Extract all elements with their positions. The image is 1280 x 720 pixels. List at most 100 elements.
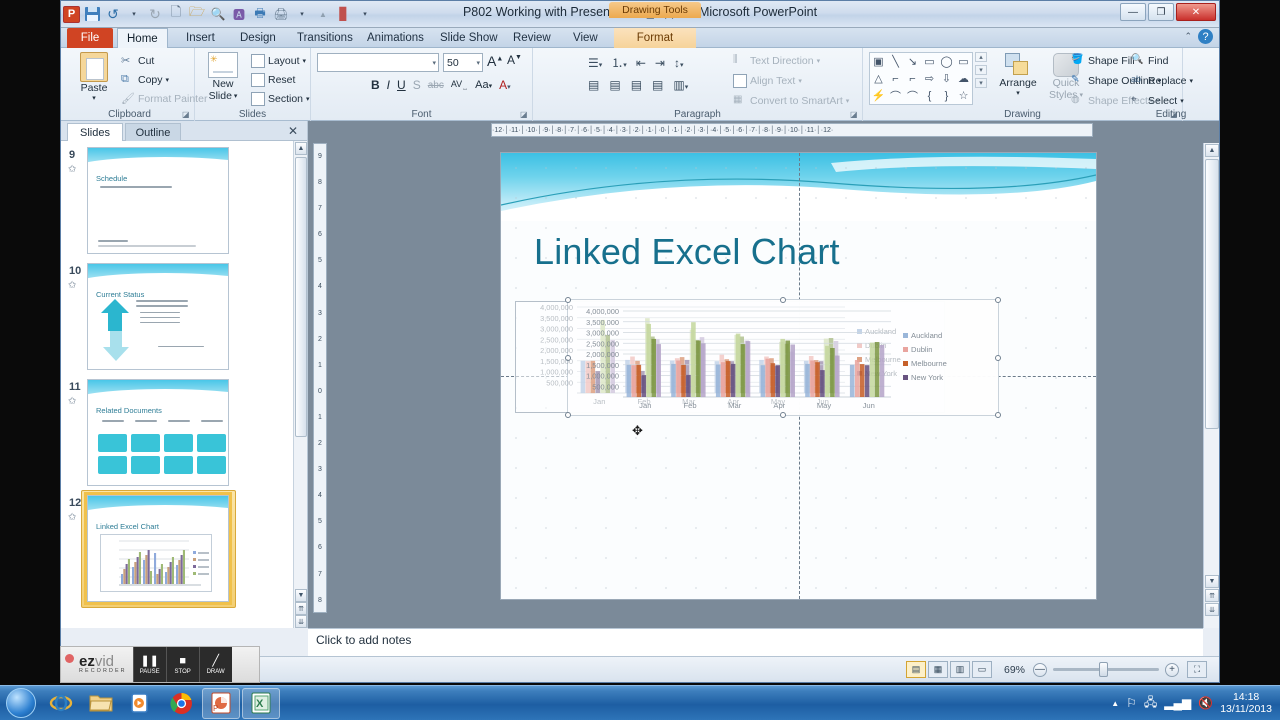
shape-item[interactable]: ⇩ bbox=[938, 70, 955, 87]
shape-item[interactable]: ▣ bbox=[870, 53, 887, 70]
new-slide-dropdown-icon[interactable]: ▾ bbox=[234, 92, 238, 100]
italic-button[interactable]: I bbox=[387, 78, 390, 92]
section-button[interactable]: Section ▾ bbox=[251, 92, 310, 106]
font-color-button[interactable]: A▾ bbox=[499, 78, 511, 92]
start-button-icon[interactable] bbox=[6, 688, 36, 718]
close-pane-icon[interactable]: ✕ bbox=[288, 124, 298, 138]
new-slide-button[interactable]: ✳ New Slide ▾ bbox=[201, 52, 245, 102]
slide-title-text[interactable]: Linked Excel Chart bbox=[534, 231, 840, 273]
shapes-gallery[interactable]: ▣ ╲ ↘ ▭ ◯ ▭ △ ⌐ ⌐ ⇨ ⇩ ☁ ⚡ ⌒ ⌒{} ☆ bbox=[869, 52, 973, 105]
shrink-font-button[interactable]: A▼ bbox=[507, 53, 522, 67]
signal-icon[interactable]: ▂▄▆ bbox=[1164, 696, 1191, 710]
line-spacing-button[interactable]: ↕▾ bbox=[674, 56, 684, 70]
thumbnail-slide-preview[interactable]: Schedule bbox=[87, 147, 229, 254]
restore-button[interactable]: ❐ bbox=[1148, 3, 1174, 21]
align-left-button[interactable]: ▤ bbox=[588, 78, 599, 92]
cut-button[interactable]: ✂ Cut bbox=[121, 54, 154, 68]
shape-item[interactable]: ☆ bbox=[955, 87, 972, 104]
scroll-down-icon[interactable]: ▼ bbox=[295, 589, 307, 602]
tab-file[interactable]: File bbox=[67, 28, 113, 48]
increase-indent-button[interactable]: ⇥ bbox=[655, 56, 665, 70]
help-icon[interactable]: ? bbox=[1198, 29, 1213, 44]
select-dropdown-icon[interactable]: ▾ bbox=[1180, 97, 1184, 105]
tab-home[interactable]: Home bbox=[117, 28, 168, 48]
paragraph-dialog-launcher[interactable]: ◪ bbox=[850, 110, 859, 119]
arrange-dropdown-icon[interactable]: ▾ bbox=[1016, 89, 1020, 97]
bold-button[interactable]: B bbox=[371, 78, 380, 92]
arrange-button[interactable]: Arrange ▾ bbox=[995, 53, 1041, 97]
fit-slide-to-window-button[interactable]: ⛶ bbox=[1187, 661, 1207, 678]
edit-previous-slide-icon[interactable]: ⇈ bbox=[1205, 589, 1219, 602]
edit-area-scrollbar[interactable]: ▲ ▼ ⇈ ⇊ bbox=[1203, 143, 1219, 628]
shape-item[interactable]: ▭ bbox=[921, 53, 938, 70]
tab-format[interactable]: Format bbox=[614, 28, 696, 48]
close-button[interactable]: ✕ bbox=[1176, 3, 1216, 21]
section-dropdown-icon[interactable]: ▾ bbox=[306, 95, 310, 103]
ezvid-pause-button[interactable]: ❚❚ PAUSE bbox=[132, 647, 166, 682]
shape-item[interactable]: ╲ bbox=[887, 53, 904, 70]
select-button[interactable]: ⌖ Select ▾ bbox=[1131, 94, 1184, 108]
tab-animations[interactable]: Animations bbox=[358, 28, 433, 48]
thumbnail-slide-preview[interactable]: Linked Excel Chart bbox=[84, 492, 232, 605]
grow-font-button[interactable]: A▲ bbox=[487, 53, 503, 69]
tab-slides-thumbnails[interactable]: Slides bbox=[67, 123, 123, 141]
ezvid-recorder-overlay[interactable]: ezvid RECORDER ❚❚ PAUSE ■ STOP ╱ DRAW bbox=[60, 646, 260, 683]
edit-next-slide-icon[interactable]: ⇊ bbox=[1205, 603, 1219, 616]
tab-design[interactable]: Design bbox=[231, 28, 285, 48]
shape-item[interactable]: ⌐ bbox=[904, 70, 921, 87]
minimize-button[interactable]: — bbox=[1120, 3, 1146, 21]
layout-button[interactable]: Layout ▾ bbox=[251, 54, 306, 68]
font-size-input[interactable]: 50 ▾ bbox=[443, 53, 483, 72]
layout-dropdown-icon[interactable]: ▾ bbox=[303, 57, 307, 65]
shape-item[interactable]: ▭ bbox=[955, 53, 972, 70]
replace-button[interactable]: ab Replace ▾ bbox=[1131, 74, 1193, 88]
zoom-out-button[interactable]: — bbox=[1033, 662, 1047, 677]
windows-explorer-icon[interactable] bbox=[82, 688, 120, 719]
font-size-dropdown-icon[interactable]: ▾ bbox=[476, 59, 480, 67]
tab-review[interactable]: Review bbox=[504, 28, 560, 48]
slide-canvas[interactable]: Linked Excel Chart 500,000 1,000,000 1,500… bbox=[501, 153, 1096, 599]
network-icon[interactable]: 🖧 bbox=[1144, 693, 1157, 714]
shape-item[interactable]: ⌒ bbox=[904, 87, 921, 104]
shapes-scroll-down-icon[interactable]: ▾ bbox=[975, 65, 987, 75]
thumbnail-slide-preview[interactable]: Current Status bbox=[87, 263, 229, 370]
font-name-input[interactable]: ▾ bbox=[317, 53, 439, 72]
shape-item[interactable]: ⌒ bbox=[887, 87, 904, 104]
numbering-button[interactable]: ⒈▾ bbox=[611, 54, 627, 71]
animation-star-icon[interactable]: ✩ bbox=[68, 280, 76, 291]
align-center-button[interactable]: ▤ bbox=[609, 78, 620, 92]
slide-thumbnail-12[interactable]: 12 ✩ Linked Excel Chart bbox=[61, 490, 293, 608]
shapes-more-icon[interactable]: ▾ bbox=[975, 78, 987, 88]
paste-dropdown-icon[interactable]: ▾ bbox=[92, 94, 96, 102]
scrollbar-thumb[interactable] bbox=[295, 157, 307, 437]
volume-muted-icon[interactable]: 🔇 bbox=[1198, 696, 1213, 710]
copy-dropdown-icon[interactable]: ▾ bbox=[166, 76, 170, 84]
shapes-scroll-up-icon[interactable]: ▴ bbox=[975, 52, 987, 62]
zoom-level-label[interactable]: 69% bbox=[1004, 664, 1025, 676]
justify-button[interactable]: ▤ bbox=[652, 78, 663, 92]
animation-star-icon[interactable]: ✩ bbox=[68, 512, 76, 523]
reset-button[interactable]: Reset bbox=[251, 73, 295, 87]
decrease-indent-button[interactable]: ⇤ bbox=[636, 56, 646, 70]
slideshow-view-button[interactable]: ▭ bbox=[971, 661, 992, 678]
tab-slide-show[interactable]: Slide Show bbox=[431, 28, 507, 48]
animation-star-icon[interactable]: ✩ bbox=[68, 164, 76, 175]
notes-placeholder[interactable]: Click to add notes bbox=[308, 628, 1203, 656]
shape-item[interactable]: { bbox=[921, 87, 938, 104]
animation-star-icon[interactable]: ✩ bbox=[68, 396, 76, 407]
clock[interactable]: 14:18 13/11/2013 bbox=[1220, 691, 1272, 715]
slide-thumbnail-10[interactable]: 10 ✩ Current Status bbox=[61, 263, 293, 373]
zoom-slider[interactable] bbox=[1053, 662, 1159, 677]
edit-scrollbar-thumb[interactable] bbox=[1205, 159, 1219, 429]
columns-button[interactable]: ▥▾ bbox=[673, 78, 688, 92]
shape-item[interactable]: ◯ bbox=[938, 53, 955, 70]
replace-dropdown-icon[interactable]: ▾ bbox=[1190, 77, 1194, 85]
media-player-icon[interactable] bbox=[122, 688, 160, 719]
shape-item[interactable]: ↘ bbox=[904, 53, 921, 70]
scroll-up-icon[interactable]: ▲ bbox=[295, 142, 307, 155]
slide-edit-area[interactable]: ·12·│·11·│·10·│·9·│·8·│·7·│·6·│·5·│·4·│·… bbox=[308, 121, 1219, 628]
change-case-button[interactable]: Aa▾ bbox=[475, 79, 492, 91]
reading-view-button[interactable]: ▥ bbox=[949, 661, 970, 678]
character-spacing-button[interactable]: AV↔ bbox=[451, 79, 468, 92]
shape-item[interactable]: ⇨ bbox=[921, 70, 938, 87]
